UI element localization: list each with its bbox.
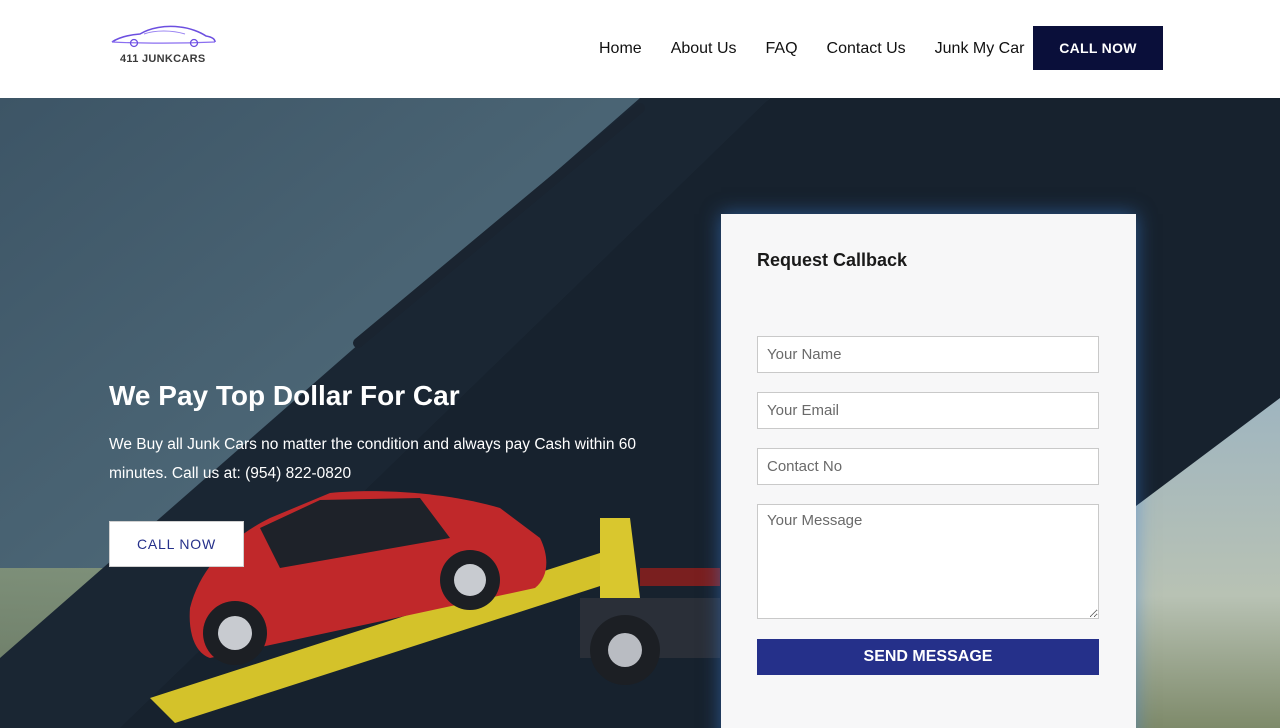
nav-junk-my-car[interactable]: Junk My Car — [935, 40, 1025, 58]
hero-description: We Buy all Junk Cars no matter the condi… — [109, 436, 636, 482]
logo-text: 411 JUNKCARS — [120, 53, 206, 65]
call-now-button-header[interactable]: CALL NOW — [1033, 26, 1163, 70]
call-now-button-hero[interactable]: CALL NOW — [109, 521, 244, 567]
hero-title: We Pay Top Dollar For Car — [109, 380, 460, 411]
email-input[interactable] — [757, 392, 1099, 429]
nav-home[interactable]: Home — [599, 40, 642, 58]
site-header: 411 JUNKCARS Home About Us FAQ Contact U… — [0, 0, 1280, 98]
car-logo-icon — [111, 25, 216, 48]
form-title: Request Callback — [757, 250, 908, 270]
request-callback-form: Request Callback SEND MESSAGE — [721, 214, 1136, 728]
message-textarea[interactable] — [757, 504, 1099, 619]
contact-number-input[interactable] — [757, 448, 1099, 485]
nav-faq[interactable]: FAQ — [766, 40, 798, 58]
main-nav: Home About Us FAQ Contact Us Junk My Car — [599, 38, 1024, 60]
nav-about-us[interactable]: About Us — [671, 40, 737, 58]
name-input[interactable] — [757, 336, 1099, 373]
send-message-button[interactable]: SEND MESSAGE — [757, 639, 1099, 675]
hero-section: We Pay Top Dollar For Car We Buy all Jun… — [0, 98, 1280, 728]
nav-contact-us[interactable]: Contact Us — [827, 40, 906, 58]
logo[interactable]: 411 JUNKCARS — [110, 22, 220, 68]
